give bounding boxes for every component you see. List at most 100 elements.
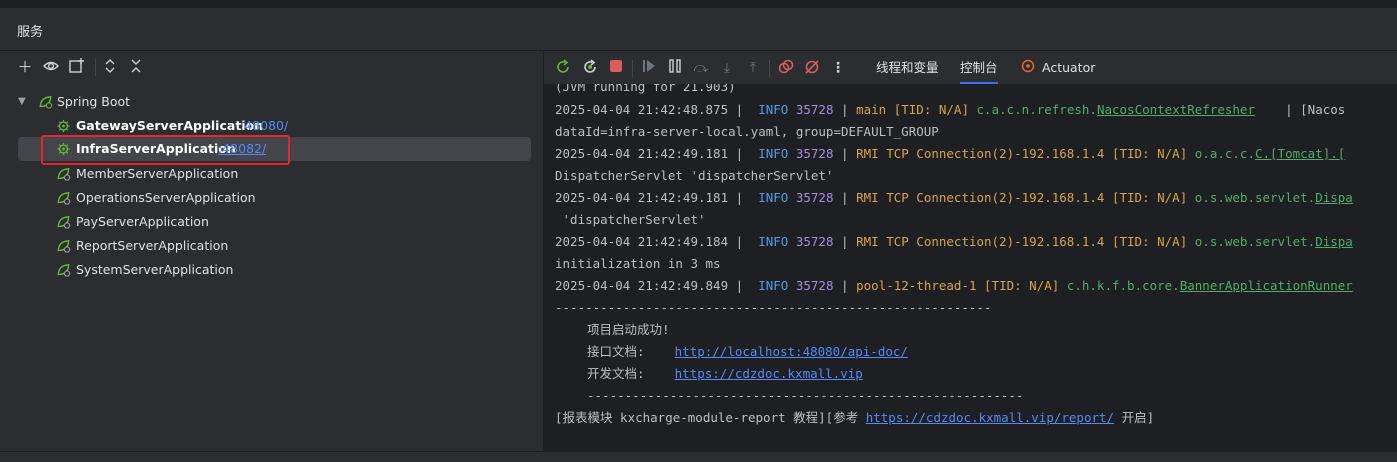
dev-doc-link[interactable]: https://cdzdoc.kxmall.vip (675, 366, 863, 381)
log-thread: RMI TCP Connection(2)-192.168.1.4 [TID: … (856, 234, 1188, 249)
banner-api-doc-row: 接口文档: http://localhost:48080/api-doc/ (587, 341, 908, 363)
report-prefix: [报表模块 kxcharge-module-report 教程][参考 (555, 410, 866, 425)
restart-debug-icon[interactable] (580, 58, 600, 78)
log-separator: | (841, 102, 849, 117)
step-into-icon[interactable]: ⤓ (717, 58, 737, 78)
log-continuation: 'dispatcherServlet' (555, 212, 706, 227)
console-output[interactable]: (JVM running for 21.903) 2025-04-04 21:4… (544, 84, 1397, 451)
banner-divider: ----------------------------------------… (587, 388, 1024, 403)
log-separator: | (841, 278, 849, 293)
log-logger-class[interactable]: Dispa (1315, 234, 1353, 249)
log-line: initialization in 3 ms (555, 253, 721, 275)
log-logger-prefix: o.s.web.servlet. (1194, 234, 1316, 249)
log-separator: | (841, 234, 849, 249)
log-line: 2025-04-04 21:42:49.184 | INFO 35728 | R… (555, 231, 1353, 253)
actuator-icon (1018, 58, 1038, 78)
log-timestamp: 2025-04-04 21:42:49.181 | (555, 190, 744, 205)
services-toolbar: ＋ (0, 51, 543, 83)
tree-item-operations[interactable]: OperationsServerApplication (40, 186, 520, 210)
log-pid: 35728 (795, 278, 834, 293)
new-group-icon[interactable] (67, 57, 87, 77)
log-text: (JVM running for 21.903) (555, 84, 736, 94)
console-toolbar: ⤼ ⤓ ⤒ ⋮ 线程和变量 控制台 Actuator (544, 51, 1397, 84)
banner-success: 项目启动成功! (587, 322, 670, 337)
log-pid: 35728 (795, 234, 834, 249)
report-suffix: 开启] (1114, 410, 1155, 425)
api-doc-label: 接口文档: (587, 344, 645, 359)
panel-title: 服务 (17, 25, 44, 40)
spring-boot-icon (57, 239, 71, 253)
log-timestamp: 2025-04-04 21:42:48.875 | (555, 102, 744, 117)
log-level: INFO (758, 234, 789, 249)
log-logger-class[interactable]: C.[Tomcat].[ (1255, 146, 1345, 161)
log-timestamp: 2025-04-04 21:42:49.181 | (555, 146, 744, 161)
running-gear-icon (57, 119, 70, 133)
toolbar-separator (632, 60, 633, 77)
report-link[interactable]: https://cdzdoc.kxmall.vip/report/ (866, 410, 1114, 425)
services-title-bar: 服务 (0, 8, 1397, 51)
tab-threads-variables[interactable]: 线程和变量 (876, 51, 939, 84)
log-continuation: DispatcherServlet 'dispatcherServlet' (555, 168, 834, 183)
step-out-icon[interactable]: ⤒ (743, 58, 763, 78)
eye-icon[interactable] (41, 57, 61, 77)
toolbar-separator (769, 60, 770, 77)
log-continuation: initialization in 3 ms (555, 256, 721, 271)
spring-boot-icon (57, 167, 71, 181)
log-pid: 35728 (795, 190, 834, 205)
app-name: SystemServerApplication (76, 262, 234, 277)
pause-icon[interactable] (665, 58, 685, 78)
banner-divider: ----------------------------------------… (555, 300, 992, 315)
tree-item-system[interactable]: SystemServerApplication (40, 258, 520, 282)
log-pid: 35728 (795, 102, 834, 117)
run-console-panel: ⤼ ⤓ ⤒ ⋮ 线程和变量 控制台 Actuator (JVM running … (544, 51, 1397, 451)
banner-dev-doc-row: 开发文档: https://cdzdoc.kxmall.vip (587, 363, 863, 385)
toolbar-separator (95, 59, 96, 76)
log-logger-prefix: c.h.k.f.b.core. (1066, 278, 1180, 293)
log-level: INFO (758, 146, 789, 161)
log-line: 2025-04-04 21:42:49.849 | INFO 35728 | p… (555, 275, 1353, 297)
log-line: 2025-04-04 21:42:49.181 | INFO 35728 | R… (555, 143, 1345, 165)
spring-boot-icon (57, 215, 71, 229)
rerun-icon[interactable] (553, 58, 573, 78)
log-logger-class[interactable]: Dispa (1315, 190, 1353, 205)
tree-item-member[interactable]: MemberServerApplication (40, 162, 520, 186)
log-timestamp: 2025-04-04 21:42:49.849 | (555, 278, 744, 293)
collapse-all-icon[interactable] (126, 57, 146, 77)
chevron-down-icon[interactable]: ▼ (18, 90, 26, 114)
log-line: DispatcherServlet 'dispatcherServlet' (555, 165, 833, 187)
top-editor-strip (0, 0, 1397, 8)
mute-breakpoints-icon[interactable] (802, 58, 822, 78)
log-logger-class[interactable]: BannerApplicationRunner (1180, 278, 1353, 293)
log-logger-prefix: o.a.c.c. (1194, 146, 1255, 161)
report-line: [报表模块 kxcharge-module-report 教程][参考 http… (555, 407, 1154, 429)
step-over-icon[interactable]: ⤼ (691, 58, 711, 78)
log-separator: | (841, 190, 849, 205)
log-tail: | [Nacos (1254, 102, 1346, 117)
tree-item-report[interactable]: ReportServerApplication (40, 234, 520, 258)
status-strip (0, 451, 1397, 462)
app-name: PayServerApplication (76, 214, 209, 229)
tab-console[interactable]: 控制台 (960, 51, 998, 84)
more-options-icon[interactable]: ⋮ (828, 58, 848, 78)
resume-icon[interactable] (639, 58, 659, 78)
add-service-icon[interactable]: ＋ (15, 57, 35, 77)
log-separator: | (841, 146, 849, 161)
dev-doc-label: 开发文档: (587, 366, 645, 381)
log-continuation: dataId=infra-server-local.yaml, group=DE… (555, 124, 939, 139)
expand-all-icon[interactable] (100, 57, 120, 77)
log-level: INFO (758, 278, 789, 293)
api-doc-link[interactable]: http://localhost:48080/api-doc/ (675, 344, 908, 359)
log-timestamp: 2025-04-04 21:42:49.184 | (555, 234, 744, 249)
log-logger-class[interactable]: NacosContextRefresher (1097, 102, 1255, 117)
log-pid: 35728 (795, 146, 834, 161)
tree-node-spring-boot[interactable]: ▼ Spring Boot (18, 90, 518, 114)
app-name: ReportServerApplication (76, 238, 229, 253)
stop-icon[interactable] (606, 58, 626, 78)
log-line: 2025-04-04 21:42:48.875 | INFO 35728 | m… (555, 99, 1345, 121)
tab-actuator[interactable]: Actuator (1042, 51, 1095, 84)
view-breakpoints-icon[interactable] (776, 58, 796, 78)
app-name: MemberServerApplication (76, 166, 239, 181)
log-thread: RMI TCP Connection(2)-192.168.1.4 [TID: … (856, 146, 1188, 161)
tree-item-pay[interactable]: PayServerApplication (40, 210, 520, 234)
tree-root-label: Spring Boot (57, 94, 131, 109)
